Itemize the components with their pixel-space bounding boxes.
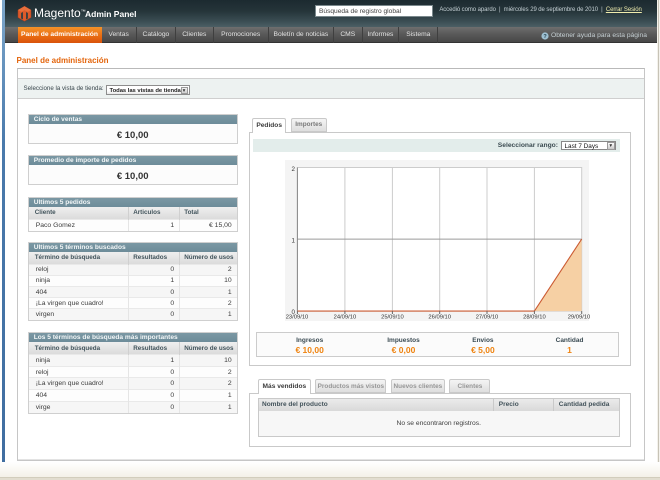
svg-text:27/09/10: 27/09/10 [475,314,498,320]
svg-text:23/09/10: 23/09/10 [285,314,308,320]
svg-text:29/09/10: 29/09/10 [567,314,589,320]
svg-text:1: 1 [291,237,295,244]
svg-text:26/09/10: 26/09/10 [428,314,451,320]
svg-text:24/09/10: 24/09/10 [333,314,356,320]
svg-text:2: 2 [291,166,295,173]
svg-text:28/09/10: 28/09/10 [523,314,546,320]
svg-text:25/09/10: 25/09/10 [381,314,404,320]
